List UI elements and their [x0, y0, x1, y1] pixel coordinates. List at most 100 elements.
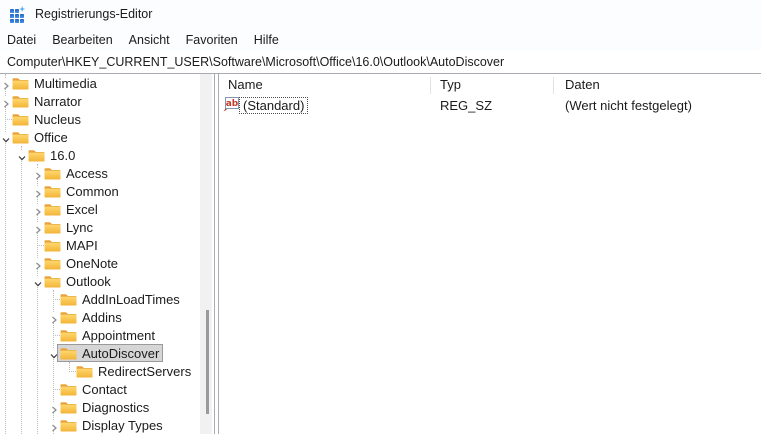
tree-item-label: Outlook — [66, 273, 111, 289]
tree-node[interactable]: RedirectServers — [74, 362, 194, 380]
column-header-type[interactable]: Typ — [440, 77, 461, 92]
tree-item-label: Addins — [82, 309, 122, 325]
tree-item-label: AutoDiscover — [82, 345, 160, 361]
menu-item-datei[interactable]: Datei — [7, 33, 36, 47]
tree-node[interactable]: OneNote — [42, 254, 121, 272]
tree-item-diagnostics[interactable]: Diagnostics — [0, 398, 200, 416]
tree-item-label: Contact — [82, 381, 127, 397]
tree-scrollbar-thumb[interactable] — [206, 310, 209, 414]
folder-icon — [60, 347, 77, 360]
tree-item-lync[interactable]: Lync — [0, 218, 200, 236]
tree-item-label: Diagnostics — [82, 399, 150, 415]
tree-item-label: 16.0 — [50, 147, 76, 163]
tree-node[interactable]: Nucleus — [10, 110, 84, 128]
tree-node[interactable]: Contact — [58, 380, 130, 398]
folder-icon — [44, 185, 61, 198]
tree-item-excel[interactable]: Excel — [0, 200, 200, 218]
value-list-pane: Name Typ Daten ab (Standard) REG_SZ (Wert n… — [220, 74, 761, 434]
tree-node[interactable]: Lync — [42, 218, 96, 236]
tree-node[interactable]: Diagnostics — [58, 398, 152, 416]
value-row--standard-[interactable]: ab (Standard) REG_SZ (Wert nicht festgelegt… — [220, 96, 761, 114]
tree-item-multimedia[interactable]: Multimedia — [0, 74, 200, 92]
folder-icon — [44, 239, 61, 252]
tree-node[interactable]: Addins — [58, 308, 125, 326]
tree-item-label: OneNote — [66, 255, 119, 271]
tree-item-onenote[interactable]: OneNote — [0, 254, 200, 272]
tree-item-label: Common — [66, 183, 119, 199]
tree-node[interactable]: Multimedia — [10, 74, 100, 92]
tree-item-label: RedirectServers — [98, 363, 192, 379]
menu-item-hilfe[interactable]: Hilfe — [254, 33, 279, 47]
tree-item-label: AddInLoadTimes — [82, 291, 180, 307]
menu-bar: Datei Bearbeiten Ansicht Favoriten Hilfe — [0, 28, 761, 51]
svg-text:ab: ab — [226, 99, 239, 109]
tree-item-nucleus[interactable]: Nucleus — [0, 110, 200, 128]
value-name[interactable]: (Standard) — [239, 97, 309, 114]
tree-scrollbar-track[interactable] — [200, 74, 212, 434]
pane-splitter[interactable] — [212, 74, 220, 434]
tree-node[interactable]: 16.0 — [26, 146, 78, 164]
folder-icon — [44, 275, 61, 288]
folder-icon — [44, 167, 61, 180]
folder-icon — [28, 149, 45, 162]
tree-item-narrator[interactable]: Narrator — [0, 92, 200, 110]
tree-item-label: Access — [66, 165, 108, 181]
tree-node[interactable]: Outlook — [42, 272, 114, 290]
tree-node[interactable]: Narrator — [10, 92, 85, 110]
tree-node[interactable]: Appointment — [58, 326, 158, 344]
tree-node[interactable]: MAPI — [42, 236, 101, 254]
tree-node[interactable]: Excel — [42, 200, 101, 218]
window-title: Registrierungs-Editor — [35, 7, 153, 21]
tree-item-redirectservers[interactable]: RedirectServers — [0, 362, 200, 380]
tree-item-label: Display Types — [82, 417, 163, 433]
list-header: Name Typ Daten — [220, 74, 761, 96]
tree-node[interactable]: Common — [42, 182, 122, 200]
tree-item-label: Appointment — [82, 327, 155, 343]
registry-app-icon — [9, 5, 26, 23]
menu-item-favoriten[interactable]: Favoriten — [186, 33, 238, 47]
registry-tree-pane: Multimedia Narrator Nucleus Office 16.0 Acces… — [0, 74, 212, 434]
menu-item-bearbeiten[interactable]: Bearbeiten — [52, 33, 112, 47]
tree-item-label: Narrator — [34, 93, 82, 109]
tree-item-label: Excel — [66, 201, 98, 217]
tree-item-label: MAPI — [66, 237, 98, 253]
folder-icon — [60, 401, 77, 414]
folder-icon — [12, 95, 29, 108]
tree-node[interactable]: Access — [42, 164, 111, 182]
tree-item-office[interactable]: Office — [0, 128, 200, 146]
tree-item-appointment[interactable]: Appointment — [0, 326, 200, 344]
tree-item-contact[interactable]: Contact — [0, 380, 200, 398]
tree-item-mapi[interactable]: MAPI — [0, 236, 200, 254]
tree-node-selected[interactable]: AutoDiscover — [56, 344, 164, 362]
tree-node[interactable]: AddInLoadTimes — [58, 290, 183, 308]
menu-item-ansicht[interactable]: Ansicht — [129, 33, 170, 47]
title-bar: Registrierungs-Editor — [0, 0, 761, 28]
folder-icon — [60, 329, 77, 342]
tree-item-access[interactable]: Access — [0, 164, 200, 182]
folder-icon — [60, 311, 77, 324]
column-header-data[interactable]: Daten — [565, 77, 600, 92]
tree-item-common[interactable]: Common — [0, 182, 200, 200]
folder-icon — [76, 365, 93, 378]
tree-node[interactable]: Display Types — [58, 416, 166, 434]
address-bar[interactable]: Computer\HKEY_CURRENT_USER\Software\Micr… — [0, 51, 761, 73]
tree-item-display-types[interactable]: Display Types — [0, 416, 200, 434]
tree-item-addinloadtimes[interactable]: AddInLoadTimes — [0, 290, 200, 308]
column-header-name[interactable]: Name — [228, 77, 263, 92]
column-divider[interactable] — [553, 77, 554, 94]
folder-icon — [44, 203, 61, 216]
tree-item-autodiscover[interactable]: AutoDiscover — [0, 344, 200, 362]
tree-node[interactable]: Office — [10, 128, 71, 146]
tree-item-label: Multimedia — [34, 75, 97, 91]
folder-icon — [60, 383, 77, 396]
address-path[interactable]: Computer\HKEY_CURRENT_USER\Software\Micr… — [7, 55, 504, 69]
column-divider[interactable] — [430, 77, 431, 94]
tree-item-outlook[interactable]: Outlook — [0, 272, 200, 290]
tree-item-label: Office — [34, 129, 68, 145]
tree-item-16-0[interactable]: 16.0 — [0, 146, 200, 164]
tree-item-label: Lync — [66, 219, 93, 235]
value-data: (Wert nicht festgelegt) — [565, 98, 692, 113]
main-area: Multimedia Narrator Nucleus Office 16.0 Acces… — [0, 73, 761, 434]
folder-icon — [60, 293, 77, 306]
tree-item-addins[interactable]: Addins — [0, 308, 200, 326]
